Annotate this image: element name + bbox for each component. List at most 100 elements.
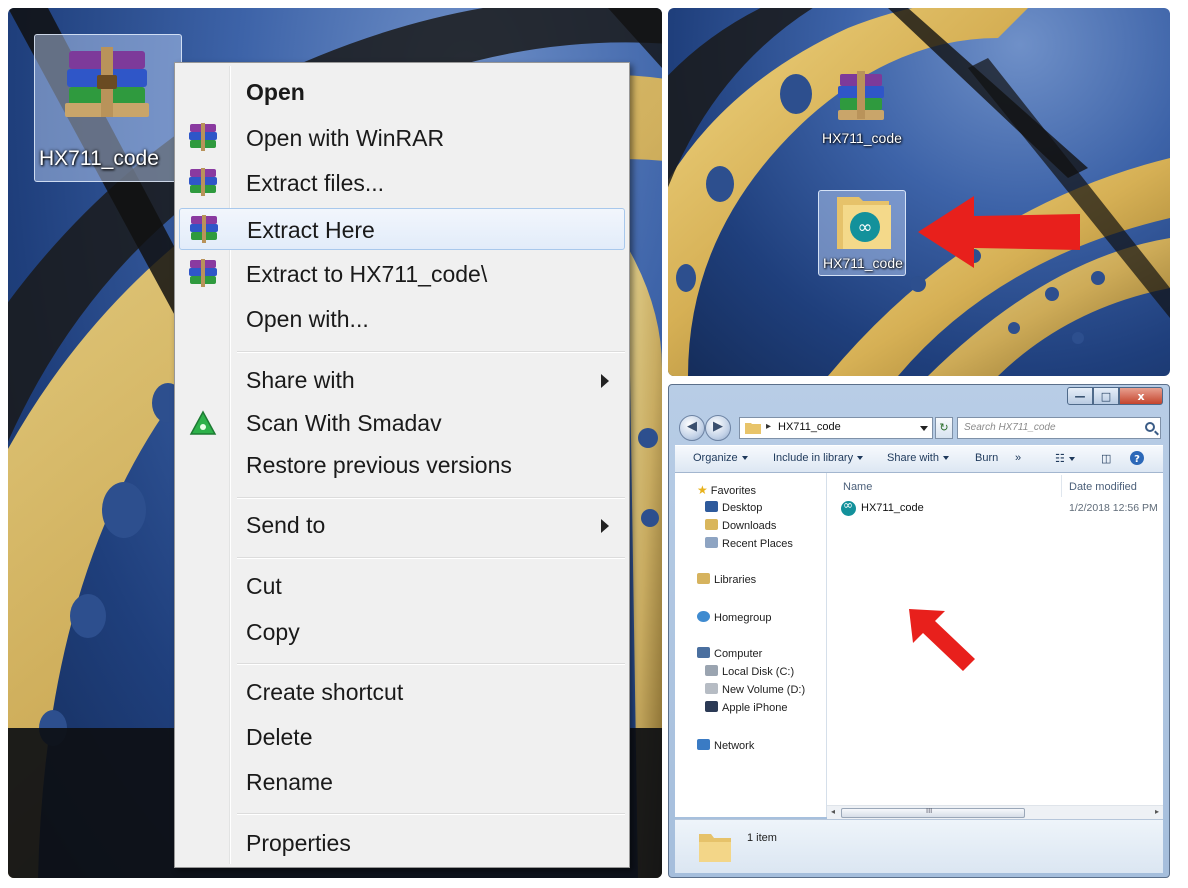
horizontal-scrollbar[interactable]: ◂ III ▸ xyxy=(827,805,1163,819)
share-with-label: Share with xyxy=(887,452,939,464)
nav-label: Downloads xyxy=(722,520,777,532)
organize-button[interactable]: Organize xyxy=(693,452,748,464)
menu-item-open[interactable]: Open xyxy=(179,71,625,113)
view-options-button[interactable]: ☷ xyxy=(1055,452,1075,465)
search-placeholder: Search HX711_code xyxy=(964,422,1056,433)
menu-item-label: Create shortcut xyxy=(246,679,404,705)
file-name: HX711_code xyxy=(861,502,924,514)
arduino-folder-icon: ∞ xyxy=(837,197,891,249)
red-pointer-arrow-icon xyxy=(918,196,1080,268)
search-icon xyxy=(1145,422,1155,432)
include-in-library-label: Include in library xyxy=(773,452,854,464)
address-dropdown-icon[interactable] xyxy=(920,426,928,431)
network-icon xyxy=(697,739,710,750)
menu-item-properties[interactable]: Properties xyxy=(179,822,625,864)
address-bar[interactable]: ▸ HX711_code xyxy=(739,417,933,439)
menu-item-label: Open with... xyxy=(246,306,369,332)
menu-item-send-to[interactable]: Send to xyxy=(179,504,625,546)
nav-item-favorites[interactable]: ★ Favorites xyxy=(697,483,756,497)
menu-item-label: Open with WinRAR xyxy=(246,125,445,151)
menu-item-label: Extract files... xyxy=(246,170,385,196)
nav-label: Homegroup xyxy=(714,612,772,624)
nav-item-computer[interactable]: Computer xyxy=(697,647,762,660)
column-header-date-modified[interactable]: Date modified xyxy=(1069,481,1137,493)
nav-item-desktop[interactable]: Desktop xyxy=(705,501,762,514)
organize-label: Organize xyxy=(693,452,738,464)
nav-item-local-disk[interactable]: Local Disk (C:) xyxy=(705,665,794,678)
menu-item-label: Share with xyxy=(246,367,355,393)
scroll-right-icon[interactable]: ▸ xyxy=(1155,807,1159,816)
menu-item-label: Properties xyxy=(246,830,351,856)
submenu-arrow-icon xyxy=(601,519,609,533)
dropdown-caret-icon xyxy=(857,456,864,461)
item-count: 1 item xyxy=(747,832,777,844)
winrar-archive-icon xyxy=(65,47,149,117)
refresh-button[interactable]: ↻ xyxy=(935,417,953,439)
arduino-file-icon xyxy=(841,498,856,516)
nav-item-libraries[interactable]: Libraries xyxy=(697,573,756,586)
explorer-window: — □ x ◀ ▶ ▸ HX711_code ↻ Search HX711_co… xyxy=(668,384,1170,878)
menu-item-extract-to[interactable]: Extract to HX711_code\ xyxy=(179,253,625,295)
column-header-name[interactable]: Name xyxy=(843,481,872,493)
menu-item-label: Cut xyxy=(246,573,282,599)
winrar-icon xyxy=(189,168,217,196)
scroll-thumb-grip: III xyxy=(926,807,933,815)
forward-button[interactable]: ▶ xyxy=(705,415,731,441)
desktop-archive-item[interactable]: HX711_code xyxy=(34,34,182,182)
file-row[interactable]: HX711_code 1/2/2018 12:56 PM xyxy=(837,498,1163,519)
preview-pane-icon: ◫ xyxy=(1101,453,1112,465)
search-input[interactable]: Search HX711_code xyxy=(957,417,1161,439)
menu-item-extract-files[interactable]: Extract files... xyxy=(179,162,625,204)
minimize-button[interactable]: — xyxy=(1067,387,1093,405)
more-label: » xyxy=(1015,452,1022,464)
nav-item-recent-places[interactable]: Recent Places xyxy=(705,537,793,550)
details-pane: 1 item xyxy=(675,819,1163,873)
menu-separator xyxy=(237,557,625,559)
nav-label: Local Disk (C:) xyxy=(722,666,795,678)
nav-item-apple-iphone[interactable]: Apple iPhone xyxy=(705,701,787,714)
menu-item-rename[interactable]: Rename xyxy=(179,761,625,803)
scroll-left-icon[interactable]: ◂ xyxy=(831,807,835,816)
menu-separator xyxy=(237,813,625,815)
menu-item-label: Extract to HX711_code\ xyxy=(246,261,488,287)
back-button[interactable]: ◀ xyxy=(679,415,705,441)
nav-item-homegroup[interactable]: Homegroup xyxy=(697,611,771,624)
close-button[interactable]: x xyxy=(1119,387,1163,405)
menu-item-label: Restore previous versions xyxy=(246,452,512,478)
more-commands-button[interactable]: » xyxy=(1015,452,1021,464)
nav-label: Desktop xyxy=(722,502,763,514)
winrar-archive-icon xyxy=(838,71,884,120)
hard-drive-icon xyxy=(705,683,718,694)
menu-item-extract-here[interactable]: Extract Here xyxy=(179,208,625,250)
menu-item-copy[interactable]: Copy xyxy=(179,611,625,653)
winrar-icon xyxy=(189,259,217,287)
nav-label: New Volume (D:) xyxy=(722,684,806,696)
include-in-library-button[interactable]: Include in library xyxy=(773,452,864,464)
maximize-button[interactable]: □ xyxy=(1093,387,1119,405)
menu-item-open-with-winrar[interactable]: Open with WinRAR xyxy=(179,117,625,159)
burn-button[interactable]: Burn xyxy=(975,452,998,464)
navigation-bar: ◀ ▶ ▸ HX711_code ↻ Search HX711_code xyxy=(677,413,1161,443)
column-divider[interactable] xyxy=(1061,475,1062,497)
svg-text:∞: ∞ xyxy=(858,217,873,238)
share-with-button[interactable]: Share with xyxy=(887,452,949,464)
extracted-folder-item[interactable]: ∞ HX711_code xyxy=(818,190,906,276)
svg-text:?: ? xyxy=(1134,454,1140,465)
scroll-thumb[interactable]: III xyxy=(841,807,1025,818)
nav-item-downloads[interactable]: Downloads xyxy=(705,519,776,532)
help-button[interactable]: ? xyxy=(1129,450,1145,469)
menu-item-open-with[interactable]: Open with... xyxy=(179,298,625,340)
menu-item-share-with[interactable]: Share with xyxy=(179,359,625,401)
nav-item-new-volume[interactable]: New Volume (D:) xyxy=(705,683,805,696)
preview-pane-button[interactable]: ◫ xyxy=(1101,452,1111,465)
menu-item-scan-with-smadav[interactable]: Scan With Smadav xyxy=(179,402,625,444)
libraries-icon xyxy=(697,573,710,584)
menu-item-label: Open xyxy=(246,79,305,105)
menu-item-cut[interactable]: Cut xyxy=(179,565,625,607)
nav-label: Apple iPhone xyxy=(722,702,788,714)
nav-item-network[interactable]: Network xyxy=(697,739,754,752)
menu-item-create-shortcut[interactable]: Create shortcut xyxy=(179,671,625,713)
menu-item-restore-previous-versions[interactable]: Restore previous versions xyxy=(179,444,625,486)
nav-label: Libraries xyxy=(714,574,757,586)
menu-item-delete[interactable]: Delete xyxy=(179,716,625,758)
